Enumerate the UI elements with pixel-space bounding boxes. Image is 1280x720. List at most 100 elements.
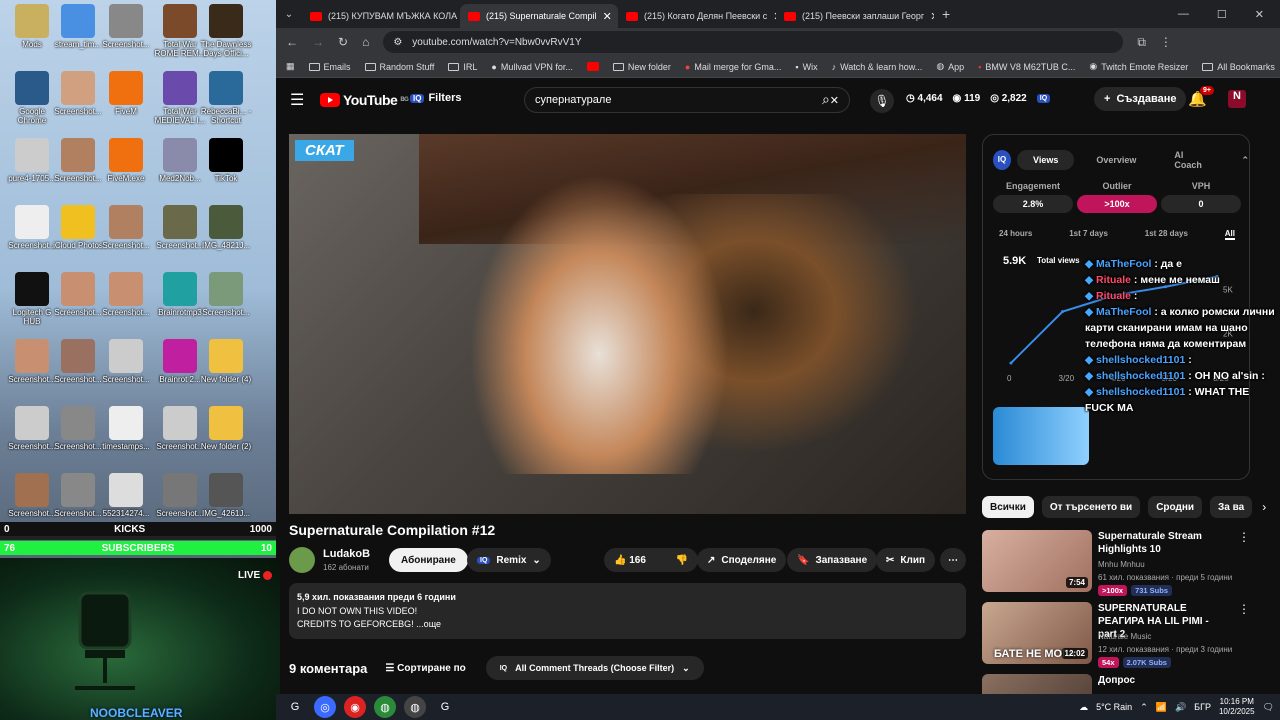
rec-thumbnail[interactable] xyxy=(982,674,1092,694)
rec-item[interactable]: Допрос xyxy=(982,674,1250,694)
rec-title[interactable]: Supernaturale Stream Highlights 10 xyxy=(1098,530,1228,556)
subscribe-button[interactable]: Абониране xyxy=(389,548,468,572)
reload-icon[interactable]: ↻ xyxy=(338,35,348,49)
desktop-icon[interactable]: New folder (2) xyxy=(198,406,254,451)
bookmark[interactable]: New folder xyxy=(612,62,671,72)
bookmark[interactable]: ● Mail merge for Gma... xyxy=(685,62,781,72)
network-icon[interactable]: 📶 xyxy=(1156,702,1167,713)
tab-1[interactable]: (215) КУПУВАМ МЪЖКА КОЛА✕ xyxy=(302,4,460,28)
weather-text[interactable]: 5°C Rain xyxy=(1096,702,1132,712)
rec-title[interactable]: Допрос xyxy=(1098,674,1228,687)
chip-related[interactable]: Сродни xyxy=(1148,496,1203,518)
app-icon[interactable]: ◎ xyxy=(314,696,336,718)
chrome-icon[interactable]: ◍ xyxy=(374,696,396,718)
desktop-icon[interactable]: Screenshot... xyxy=(98,272,154,317)
new-tab-button[interactable]: + xyxy=(942,6,950,22)
bookmark[interactable]: ▪ Wix xyxy=(795,62,817,72)
desktop-icon[interactable]: IMG_4261J... xyxy=(198,473,254,518)
home-icon[interactable]: ⌂ xyxy=(362,35,369,49)
desktop-icon[interactable]: timestamps... xyxy=(98,406,154,451)
bookmark[interactable]: ♪ Watch & learn how... xyxy=(832,62,923,72)
app-icon[interactable]: ◉ xyxy=(344,696,366,718)
forward-icon[interactable]: → xyxy=(312,35,324,49)
desktop-icon[interactable]: IMG_4821J... xyxy=(198,205,254,250)
extensions-icon[interactable]: ⧉ xyxy=(1137,35,1146,50)
desktop-icon[interactable]: Screenshot... xyxy=(98,4,154,49)
desktop-icon[interactable]: Screenshot... xyxy=(198,272,254,317)
vidiq-icon[interactable]: IQ xyxy=(1036,94,1051,103)
back-icon[interactable]: ← xyxy=(286,35,298,49)
menu-icon[interactable]: ⋮ xyxy=(1160,35,1172,49)
rec-thumbnail[interactable]: 7:54 xyxy=(982,530,1092,592)
comment-filter-dropdown[interactable]: IQ All Comment Threads (Choose Filter) ⌄ xyxy=(485,656,704,680)
chip-from-search[interactable]: От търсенето ви xyxy=(1041,496,1141,518)
collapse-icon[interactable]: ⌃ xyxy=(1241,155,1249,166)
desktop-icon[interactable]: TikTok xyxy=(198,138,254,183)
remix-button[interactable]: IQ Remix ⌄ xyxy=(467,548,551,572)
site-info-icon[interactable]: ⚙ xyxy=(393,37,402,48)
desktop-icon[interactable]: New folder (4) xyxy=(198,339,254,384)
minimize-icon[interactable]: — xyxy=(1178,8,1189,21)
range-24h[interactable]: 24 hours xyxy=(999,229,1032,240)
close-icon[interactable]: ✕ xyxy=(603,10,612,23)
weather-icon[interactable]: ☁ xyxy=(1079,702,1088,713)
tray-chevron-icon[interactable]: ⌃ xyxy=(1140,702,1148,713)
tab-views[interactable]: Views xyxy=(1016,150,1075,170)
apps-icon[interactable]: ▦ xyxy=(286,61,295,72)
bookmark[interactable]: IRL xyxy=(448,62,477,72)
video-thumb-card[interactable] xyxy=(993,407,1089,465)
channel-name[interactable]: LudakoB xyxy=(323,548,370,560)
rec-item[interactable]: 7:54 Supernaturale Stream Highlights 10 … xyxy=(982,530,1250,596)
rec-channel[interactable]: Naturale Music xyxy=(1098,632,1151,641)
chevron-right-icon[interactable]: › xyxy=(1262,500,1266,514)
clock[interactable]: 10:16 PM 10/2/2025 xyxy=(1219,697,1255,717)
clip-button[interactable]: ✂ Клип xyxy=(876,548,936,572)
chip-all[interactable]: Всички xyxy=(982,496,1034,518)
youtube-logo[interactable]: YouTube BG xyxy=(320,92,409,108)
dislike-button[interactable]: 👎 xyxy=(676,555,688,566)
desktop-icon[interactable]: 552314274... xyxy=(98,473,154,518)
bookmark[interactable]: ◍ App xyxy=(936,61,964,72)
url-field[interactable]: ⚙ youtube.com/watch?v=Nbw0vvRvV1Y xyxy=(383,31,1124,53)
filters-button[interactable]: IQ Filters xyxy=(410,92,461,104)
rec-channel[interactable]: Mnhu Mnhuu xyxy=(1098,560,1145,569)
chrome-active-icon[interactable]: ◍ xyxy=(404,696,426,718)
bookmark[interactable]: ◉ Twitch Emote Resizer xyxy=(1089,61,1188,72)
clear-icon[interactable]: ✕ xyxy=(830,94,839,107)
desktop-icon[interactable]: The Dawnless Days Offici... xyxy=(198,4,254,58)
channel-avatar[interactable] xyxy=(289,547,315,573)
more-icon[interactable]: ⋮ xyxy=(1238,602,1250,616)
tab-2[interactable]: (215) Supernaturale Compil ✕ xyxy=(460,4,618,28)
close-window-icon[interactable]: ✕ xyxy=(1255,8,1264,21)
like-button[interactable]: 👍 166 xyxy=(614,555,646,566)
tab-3[interactable]: (215) Когато Делян Пеевски с✕ xyxy=(618,4,776,28)
bookmark[interactable]: ▪ BMW V8 M62TUB C... xyxy=(978,62,1075,72)
desktop-icon[interactable]: Screenshot... xyxy=(98,205,154,250)
sort-button[interactable]: ☰ Сортиране по xyxy=(385,663,465,674)
bookmark[interactable]: Random Stuff xyxy=(364,62,434,72)
save-button[interactable]: 🔖 Запазване xyxy=(787,548,878,572)
hamburger-icon[interactable]: ☰ xyxy=(290,90,304,110)
range-28d[interactable]: 1st 28 days xyxy=(1145,229,1188,240)
range-7d[interactable]: 1st 7 days xyxy=(1069,229,1108,240)
bookmark[interactable]: Emails xyxy=(308,62,351,72)
notifications-bell-icon[interactable]: 🔔 9+ xyxy=(1188,86,1214,108)
close-icon[interactable]: ✕ xyxy=(930,10,934,23)
avatar[interactable]: N xyxy=(1228,90,1246,108)
more-icon[interactable]: ⋮ xyxy=(1238,530,1250,544)
language-indicator[interactable]: БГР xyxy=(1194,702,1211,712)
notification-center-icon[interactable]: 🗨 xyxy=(1263,702,1274,713)
search-input[interactable]: супернатурале ✕ xyxy=(524,87,850,113)
desktop-icon[interactable]: RebeccaBi... - Shortcut xyxy=(198,71,254,125)
tab-ai-coach[interactable]: AI Coach xyxy=(1158,145,1225,175)
desktop-icon[interactable]: FiveM.exe xyxy=(98,138,154,183)
create-button[interactable]: + Създаване xyxy=(1094,87,1187,111)
range-all[interactable]: All xyxy=(1224,229,1235,240)
share-button[interactable]: ↗ Споделяне xyxy=(697,548,787,572)
more-actions-button[interactable]: ⋯ xyxy=(940,548,966,572)
logitech-icon[interactable]: G xyxy=(434,696,456,718)
video-player[interactable]: СКАТ xyxy=(289,134,966,514)
rec-thumbnail[interactable]: БАТЕ НЕ МОГА 12:02 xyxy=(982,602,1092,664)
mic-icon[interactable]: 🎙 xyxy=(870,89,894,113)
tab-overview[interactable]: Overview xyxy=(1080,150,1152,170)
